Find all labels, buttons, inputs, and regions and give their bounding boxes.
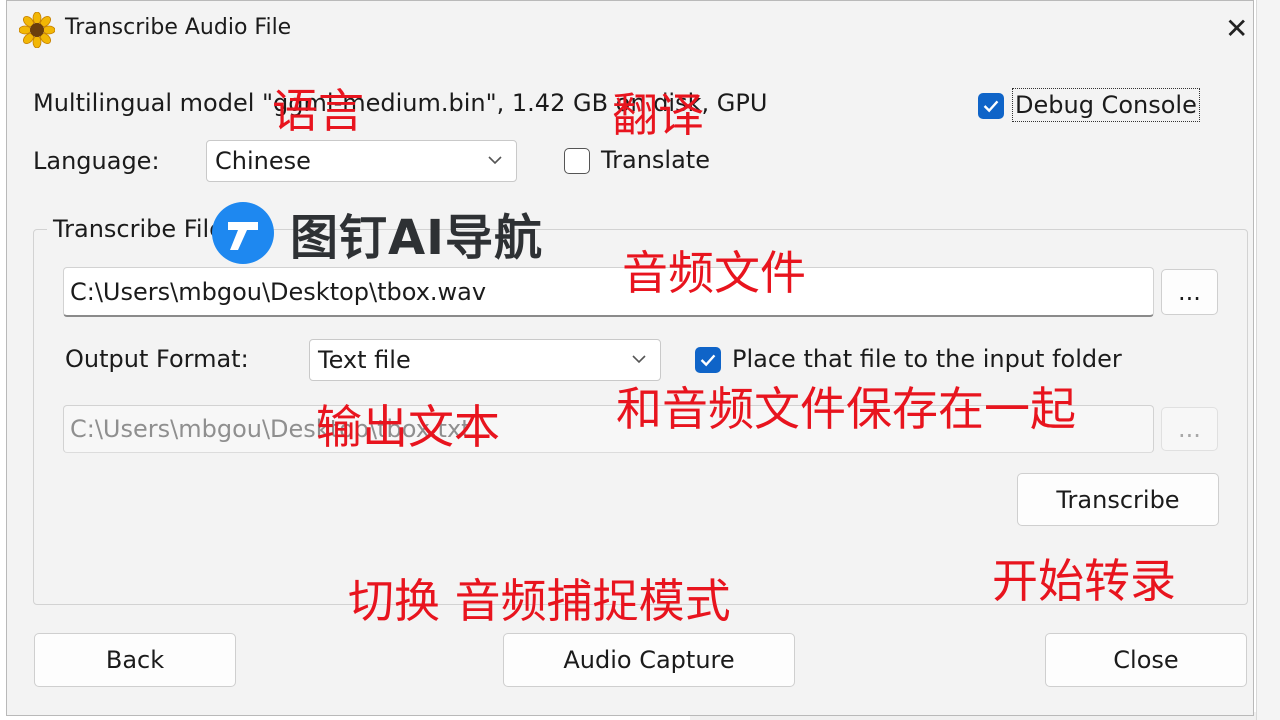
browse-input-button[interactable]: ...	[1161, 269, 1218, 315]
debug-console-checkbox[interactable]	[978, 93, 1004, 119]
browse-output-button: ...	[1161, 407, 1218, 451]
place-same-folder-label[interactable]: Place that file to the input folder	[732, 345, 1122, 373]
transcribe-button[interactable]: Transcribe	[1017, 473, 1219, 526]
language-selected-value: Chinese	[215, 147, 311, 175]
output-format-selected-value: Text file	[318, 346, 411, 374]
output-format-label: Output Format:	[65, 345, 249, 373]
browse-output-label: ...	[1178, 415, 1201, 443]
checkmark-icon	[700, 354, 716, 367]
audio-capture-button-label: Audio Capture	[563, 646, 735, 674]
language-label: Language:	[33, 147, 160, 175]
back-button-label: Back	[105, 646, 165, 674]
annotation-start: 开始转录	[992, 554, 1176, 608]
annotation-translate: 翻译	[612, 88, 704, 142]
chevron-down-icon	[488, 156, 502, 165]
title-bar: Transcribe Audio File ✕	[7, 1, 1253, 57]
language-select[interactable]: Chinese	[206, 140, 517, 182]
window-title: Transcribe Audio File	[65, 15, 292, 40]
browse-input-label: ...	[1178, 278, 1201, 306]
transcribe-button-label: Transcribe	[1056, 485, 1180, 514]
group-title: Transcribe File	[47, 215, 230, 243]
annotation-language: 语言	[272, 84, 364, 138]
output-format-select[interactable]: Text file	[309, 339, 661, 381]
annotation-switch-mode: 切换 音频捕捉模式	[348, 574, 731, 628]
annotation-audio-file: 音频文件	[622, 246, 806, 300]
background-window-right	[1256, 0, 1280, 720]
chevron-down-icon	[632, 355, 646, 364]
close-button-label: Close	[1113, 646, 1179, 674]
annotation-output-text: 输出文本	[316, 400, 500, 454]
translate-label[interactable]: Translate	[601, 146, 710, 174]
audio-capture-button[interactable]: Audio Capture	[503, 633, 795, 687]
place-same-folder-checkbox[interactable]	[695, 347, 721, 373]
debug-console-label[interactable]: Debug Console	[1012, 88, 1200, 122]
back-button[interactable]: Back	[34, 633, 236, 687]
sunflower-app-icon	[19, 12, 55, 48]
translate-checkbox[interactable]	[564, 148, 590, 174]
input-file-path-field[interactable]: C:\Users\mbgou\Desktop\tbox.wav	[63, 267, 1154, 317]
pin-logo-icon	[212, 202, 274, 264]
input-file-path-value: C:\Users\mbgou\Desktop\tbox.wav	[70, 277, 487, 306]
close-window-icon[interactable]: ✕	[1225, 15, 1248, 43]
annotation-same-folder: 和音频文件保存在一起	[616, 382, 1076, 436]
watermark: 图钉AI导航	[210, 198, 543, 268]
checkmark-icon	[983, 100, 999, 113]
close-button[interactable]: Close	[1045, 633, 1247, 687]
watermark-text: 图钉AI导航	[290, 210, 544, 266]
